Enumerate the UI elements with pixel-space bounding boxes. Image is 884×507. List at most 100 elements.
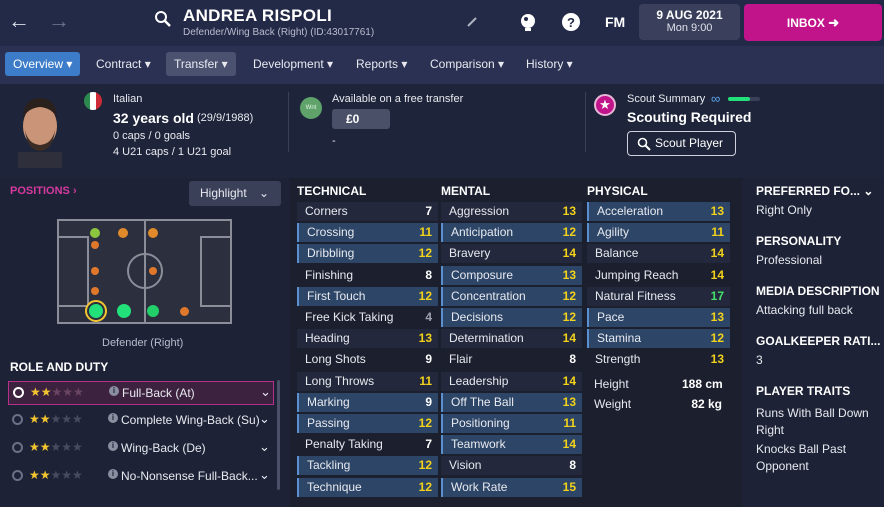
star-rating: ★★★★★ (29, 468, 83, 482)
attribute-row[interactable]: Flair 8 (441, 350, 582, 369)
role-item[interactable]: ★★★★★ i Full-Back (At) ⌄ (8, 381, 274, 405)
attribute-row[interactable]: Crossing 11 (297, 223, 438, 243)
position-dot (147, 305, 159, 317)
attribute-row[interactable]: Stamina 12 (587, 329, 730, 349)
back-arrow-icon[interactable]: ← (8, 8, 30, 34)
highlight-dropdown[interactable]: Highlight ⌄ (189, 181, 281, 206)
attribute-row[interactable]: Concentration 12 (441, 286, 582, 306)
attribute-row[interactable]: Long Shots 9 (297, 350, 438, 369)
attribute-row[interactable]: Off The Ball 13 (441, 392, 582, 412)
attribute-row[interactable]: Technique 12 (297, 477, 438, 497)
position-dot (90, 228, 100, 238)
attribute-label: Decisions (451, 310, 504, 324)
chevron-down-icon[interactable]: ⌄ (259, 439, 270, 455)
attribute-row[interactable]: Balance 14 (587, 244, 730, 264)
attribute-row[interactable]: Composure 13 (441, 265, 582, 285)
attribute-row[interactable]: Agility 11 (587, 223, 730, 243)
attribute-label: Strength (595, 352, 641, 367)
attribute-label: Free Kick Taking (305, 310, 394, 324)
attribute-row[interactable]: Heading 13 (297, 329, 438, 349)
fm-menu[interactable]: FM (605, 14, 625, 30)
attribute-row[interactable]: Aggression 13 (441, 202, 582, 221)
attribute-row[interactable]: Determination 14 (441, 329, 582, 349)
attribute-label: Finishing (305, 267, 354, 282)
attribute-row[interactable]: First Touch 12 (297, 286, 438, 306)
tab-contract[interactable]: Contract ▾ (88, 52, 159, 76)
attribute-row[interactable]: Positioning 11 (441, 414, 582, 433)
role-item[interactable]: ★★★★★ i No-Nonsense Full-Back... ⌄ (8, 465, 274, 489)
position-dot (91, 267, 99, 275)
attribute-row[interactable]: Marking 9 (297, 392, 438, 412)
info-icon[interactable]: i (108, 413, 118, 423)
attribute-label: Passing (307, 416, 350, 430)
tab-transfer[interactable]: Transfer ▾ (166, 52, 236, 76)
attribute-value: 9 (425, 394, 432, 409)
attribute-row[interactable]: Corners 7 (297, 202, 438, 221)
attribute-row[interactable]: Pace 13 (587, 308, 730, 327)
attribute-row[interactable]: Strength 13 (587, 350, 730, 369)
positions-title[interactable]: POSITIONS › (10, 185, 77, 197)
attribute-row[interactable]: Acceleration 13 (587, 202, 730, 221)
info-icon[interactable]: i (108, 441, 118, 451)
attribute-row[interactable]: Finishing 8 (297, 266, 438, 285)
attribute-row[interactable]: Tackling 12 (297, 456, 438, 476)
inbox-button[interactable]: INBOX ➜ (744, 4, 882, 41)
weight-label: Weight (594, 397, 632, 411)
attribute-row[interactable]: Vision 8 (441, 456, 582, 476)
attribute-row[interactable]: Bravery 14 (441, 244, 582, 264)
tab-comparison[interactable]: Comparison ▾ (422, 52, 512, 76)
attribute-value: 13 (418, 331, 432, 346)
tab-history[interactable]: History ▾ (518, 52, 581, 76)
preferred-foot-title[interactable]: PREFERRED FO... ⌄ (756, 184, 873, 198)
attribute-row[interactable]: Penalty Taking 7 (297, 435, 438, 454)
tab-overview[interactable]: Overview ▾ (5, 52, 81, 76)
goalkeeper-rating-title: GOALKEEPER RATI... (756, 334, 881, 348)
attribute-value: 14 (562, 373, 576, 388)
chevron-down-icon[interactable]: ⌄ (260, 384, 271, 400)
attribute-label: Anticipation (451, 225, 514, 240)
role-item[interactable]: ★★★★★ i Wing-Back (De) ⌄ (8, 437, 274, 461)
attribute-row[interactable]: Teamwork 14 (441, 435, 582, 455)
search-icon[interactable] (154, 10, 172, 28)
attribute-value: 12 (710, 331, 724, 346)
divider (288, 92, 289, 152)
star-rating: ★★★★★ (29, 440, 83, 454)
chevron-down-icon[interactable]: ⌄ (259, 411, 270, 427)
info-icon[interactable]: i (109, 386, 119, 396)
attribute-value: 15 (562, 479, 576, 494)
help-icon[interactable]: ? (561, 12, 581, 32)
role-label: Full-Back (At) (122, 386, 195, 400)
attribute-row[interactable]: Free Kick Taking 4 (297, 308, 438, 327)
attribute-label: Flair (449, 352, 473, 367)
radio-selected-icon[interactable] (13, 387, 24, 398)
attribute-row[interactable]: Leadership 14 (441, 371, 582, 391)
fee-sub: - (332, 135, 336, 147)
radio-icon[interactable] (12, 442, 23, 453)
height-value: 188 cm (682, 377, 723, 391)
attribute-row[interactable]: Jumping Reach 14 (587, 266, 730, 285)
attribute-row[interactable]: Anticipation 12 (441, 223, 582, 243)
pencil-icon[interactable] (466, 16, 478, 28)
attribute-row[interactable]: Passing 12 (297, 414, 438, 433)
info-icon[interactable]: i (108, 469, 118, 479)
radio-icon[interactable] (12, 414, 23, 425)
attribute-row[interactable]: Natural Fitness 17 (587, 286, 730, 306)
attribute-label: Positioning (451, 416, 510, 430)
date-button[interactable]: 9 AUG 2021 Mon 9:00 (639, 4, 740, 40)
scout-summary-label: Scout Summary (627, 93, 706, 105)
forward-arrow-icon[interactable]: → (48, 8, 70, 34)
radio-icon[interactable] (12, 470, 23, 481)
attribute-row[interactable]: Dribbling 12 (297, 244, 438, 264)
attribute-row[interactable]: Decisions 12 (441, 308, 582, 327)
world-trophy-icon[interactable] (518, 12, 538, 32)
role-item[interactable]: ★★★★★ i Complete Wing-Back (Su) ⌄ (8, 409, 274, 433)
chevron-down-icon[interactable]: ⌄ (259, 467, 270, 483)
scrollbar[interactable] (277, 380, 280, 490)
tab-development[interactable]: Development ▾ (245, 52, 341, 76)
trait: Knocks Ball Past (756, 442, 847, 456)
attribute-row[interactable]: Long Throws 11 (297, 371, 438, 391)
attribute-value: 7 (425, 437, 432, 452)
attribute-label: Agility (597, 225, 630, 240)
attribute-row[interactable]: Work Rate 15 (441, 477, 582, 497)
tab-reports[interactable]: Reports ▾ (348, 52, 415, 76)
